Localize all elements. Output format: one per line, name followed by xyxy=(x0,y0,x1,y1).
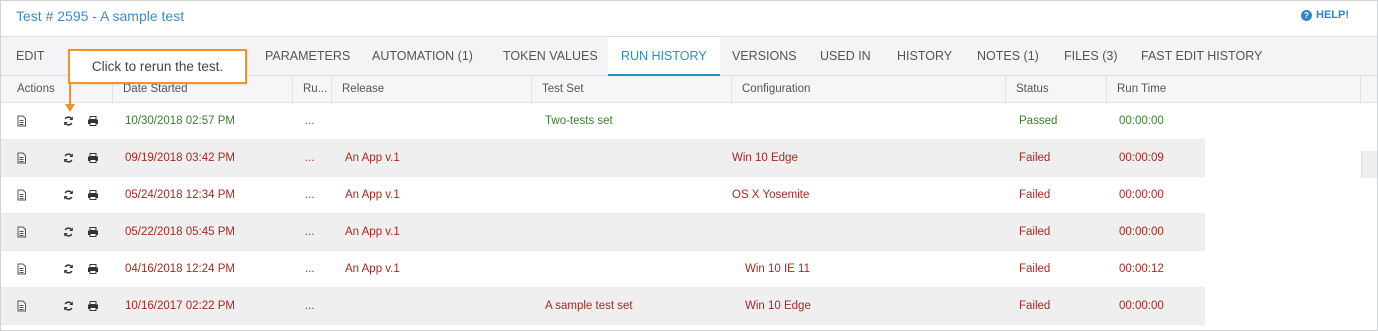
document-icon[interactable] xyxy=(16,300,27,312)
table-row[interactable]: 05/24/2018 12:34 PM ... An App v.1 OS X … xyxy=(1,177,1205,214)
run-status: Failed xyxy=(1019,263,1051,275)
run-test-set: A sample test set xyxy=(545,300,633,312)
run-date[interactable]: 09/19/2018 03:42 PM xyxy=(125,140,235,176)
run-status: Passed xyxy=(1019,115,1058,127)
print-icon[interactable] xyxy=(87,189,98,201)
run-time: 00:00:09 xyxy=(1119,152,1164,164)
table-row[interactable]: 04/16/2018 12:24 PM ... An App v.1 Win 1… xyxy=(1,251,1205,288)
run-release: An App v.1 xyxy=(345,152,400,164)
tab-notes[interactable]: NOTES (1) xyxy=(964,37,1052,76)
print-icon[interactable] xyxy=(87,226,98,238)
page-title: Test # 2595 - A sample test xyxy=(16,8,185,24)
run-test-set: Two-tests set xyxy=(545,115,613,127)
tab-parameters[interactable]: PARAMETERS xyxy=(252,37,363,76)
run-date[interactable]: 05/22/2018 05:45 PM xyxy=(125,214,235,250)
run-by: ... xyxy=(305,263,315,275)
callout-arrow xyxy=(69,84,71,106)
column-configuration[interactable]: Configuration xyxy=(732,76,1006,102)
run-time: 00:00:00 xyxy=(1119,226,1164,238)
run-status: Failed xyxy=(1019,189,1051,201)
rerun-icon[interactable] xyxy=(63,300,74,312)
document-icon[interactable] xyxy=(16,189,27,201)
rerun-icon[interactable] xyxy=(63,189,74,201)
run-time: 00:00:12 xyxy=(1119,263,1164,275)
tab-files[interactable]: FILES (3) xyxy=(1051,37,1131,76)
document-icon[interactable] xyxy=(16,152,27,164)
run-configuration: Win 10 IE 11 xyxy=(745,263,810,275)
run-status: Failed xyxy=(1019,226,1051,238)
print-icon[interactable] xyxy=(87,115,98,127)
table-row[interactable]: 10/30/2018 02:57 PM ... Two-tests set Pa… xyxy=(1,103,1205,140)
callout-arrow-head xyxy=(65,104,75,112)
document-icon[interactable] xyxy=(16,226,27,238)
column-run-by[interactable]: Ru... xyxy=(293,76,332,102)
help-link[interactable]: ? HELP! xyxy=(1301,9,1349,21)
run-configuration: OS X Yosemite xyxy=(732,189,810,201)
run-by: ... xyxy=(305,152,315,164)
rerun-icon[interactable] xyxy=(63,263,74,275)
question-circle-icon: ? xyxy=(1301,9,1312,21)
run-time: 00:00:00 xyxy=(1119,300,1164,312)
run-status: Failed xyxy=(1019,152,1051,164)
table-row[interactable]: 09/19/2018 03:42 PM ... An App v.1 Win 1… xyxy=(1,140,1205,177)
document-icon[interactable] xyxy=(16,263,27,275)
table-row[interactable]: 05/22/2018 05:45 PM ... An App v.1 Faile… xyxy=(1,214,1205,251)
rerun-icon[interactable] xyxy=(63,226,74,238)
help-label: HELP! xyxy=(1316,9,1349,21)
run-time: 00:00:00 xyxy=(1119,189,1164,201)
tab-history[interactable]: HISTORY xyxy=(884,37,965,76)
rerun-icon[interactable] xyxy=(63,115,74,127)
table-row[interactable]: 10/16/2017 02:22 PM ... A sample test se… xyxy=(1,288,1205,325)
print-icon[interactable] xyxy=(87,300,98,312)
run-time: 00:00:00 xyxy=(1119,115,1164,127)
column-run-time[interactable]: Run Time xyxy=(1107,76,1361,102)
scrollbar-corner xyxy=(1361,151,1377,178)
run-by: ... xyxy=(305,189,315,201)
test-header: Test # 2595 - A sample test ? HELP! xyxy=(1,1,1377,35)
rerun-callout: Click to rerun the test. xyxy=(68,49,247,84)
test-window: Test # 2595 - A sample test ? HELP! EDIT… xyxy=(0,0,1378,331)
run-date[interactable]: 10/30/2018 02:57 PM xyxy=(125,103,235,139)
print-icon[interactable] xyxy=(87,263,98,275)
print-icon[interactable] xyxy=(87,152,98,164)
tab-edit[interactable]: EDIT xyxy=(3,37,57,76)
tab-run-history[interactable]: RUN HISTORY xyxy=(608,37,720,76)
document-icon[interactable] xyxy=(16,115,27,127)
run-date[interactable]: 04/16/2018 12:24 PM xyxy=(125,251,235,287)
run-date[interactable]: 05/24/2018 12:34 PM xyxy=(125,177,235,213)
column-release[interactable]: Release xyxy=(332,76,532,102)
run-configuration: Win 10 Edge xyxy=(745,300,811,312)
tab-fast-edit-history[interactable]: FAST EDIT HISTORY xyxy=(1128,37,1275,76)
tab-versions[interactable]: VERSIONS xyxy=(719,37,810,76)
run-configuration: Win 10 Edge xyxy=(732,152,798,164)
tab-token-values[interactable]: TOKEN VALUES xyxy=(490,37,611,76)
run-release: An App v.1 xyxy=(345,226,400,238)
rerun-icon[interactable] xyxy=(63,152,74,164)
run-date[interactable]: 10/16/2017 02:22 PM xyxy=(125,288,235,324)
tab-used-in[interactable]: USED IN xyxy=(807,37,884,76)
run-status: Failed xyxy=(1019,300,1051,312)
tab-automation[interactable]: AUTOMATION (1) xyxy=(359,37,486,76)
run-by: ... xyxy=(305,115,315,127)
run-release: An App v.1 xyxy=(345,189,400,201)
run-release: An App v.1 xyxy=(345,263,400,275)
column-test-set[interactable]: Test Set xyxy=(532,76,732,102)
run-by: ... xyxy=(305,300,315,312)
run-by: ... xyxy=(305,226,315,238)
column-status[interactable]: Status xyxy=(1006,76,1107,102)
